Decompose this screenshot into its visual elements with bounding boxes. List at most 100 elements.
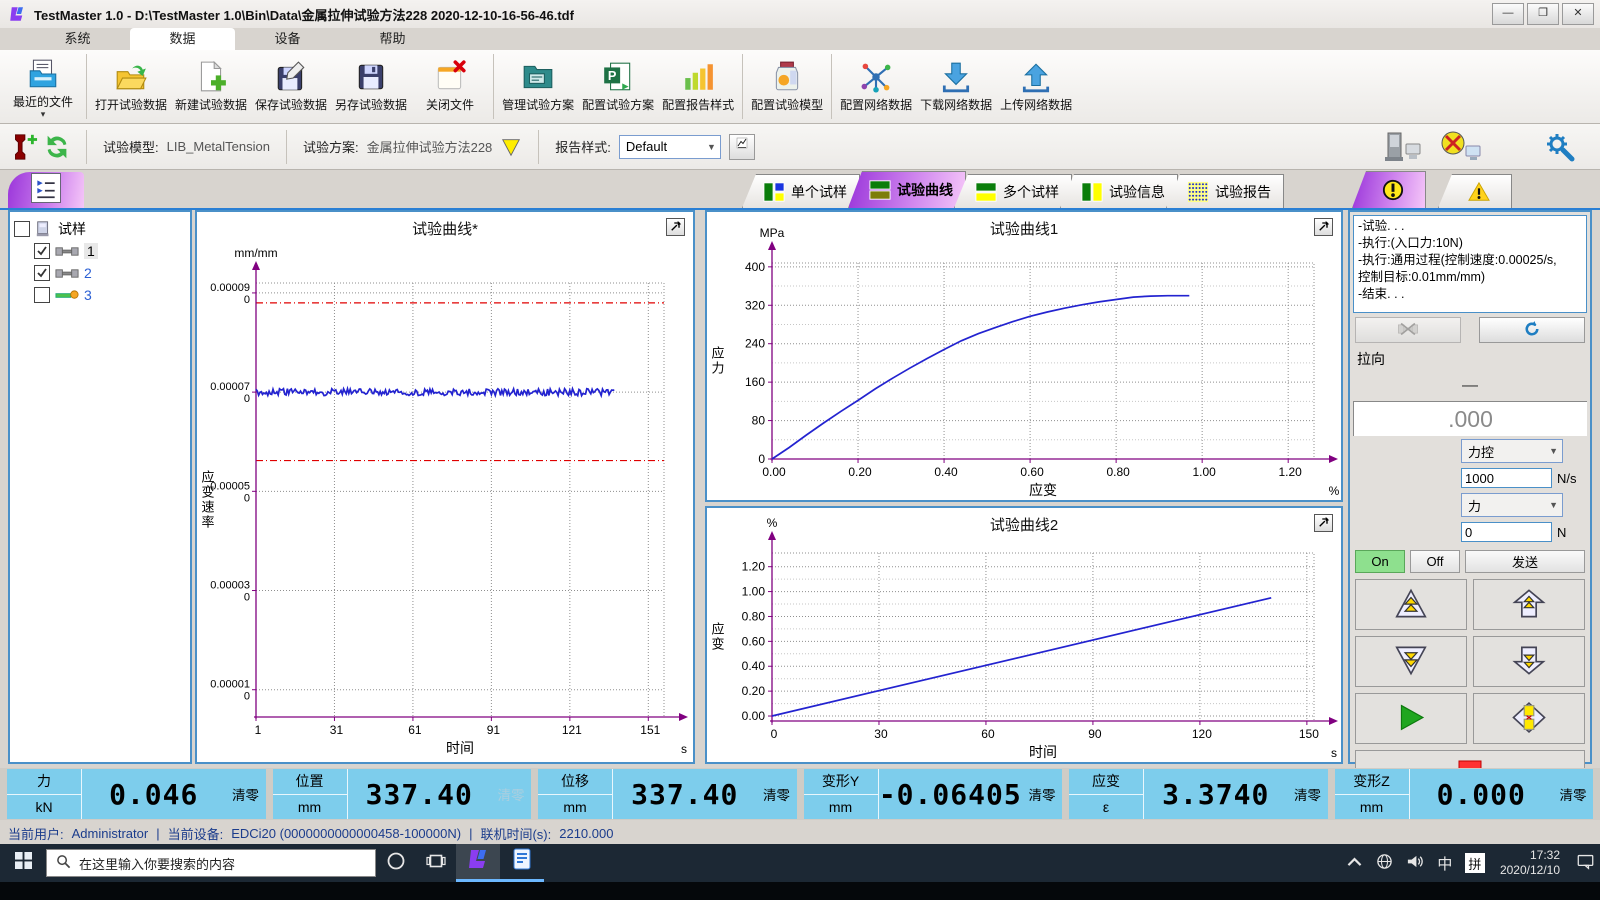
volume-tray-icon[interactable]: [1400, 844, 1430, 882]
add-specimen-button[interactable]: [10, 134, 36, 160]
off-button[interactable]: Off: [1410, 550, 1460, 573]
clear-button-strain[interactable]: 清零: [1288, 769, 1328, 819]
svg-text:0.00001: 0.00001: [210, 679, 250, 691]
toolbar-button-open-data[interactable]: 打开试验数据: [91, 52, 171, 121]
report-style-select[interactable]: Default ▼: [619, 135, 721, 159]
svg-text:%: %: [1329, 484, 1340, 498]
specimen-break-button[interactable]: [1473, 693, 1585, 744]
toolbar-button-config-network[interactable]: 配置网络数据: [836, 52, 916, 121]
emergency-stop-icon[interactable]: [1438, 131, 1484, 163]
toolbar-button-upload-network[interactable]: 上传网络数据: [996, 52, 1076, 121]
ime-mode-button[interactable]: 拼: [1465, 853, 1485, 873]
toolbar-button-recent-files[interactable]: 最近的文件▾: [4, 52, 82, 121]
reconnect-button[interactable]: [1479, 317, 1585, 343]
fast-up-button[interactable]: [1355, 579, 1467, 630]
tree-item-specimen-3[interactable]: 3: [34, 284, 186, 306]
taskbar-app-testmaster[interactable]: [456, 844, 500, 882]
measurement-value: 337.40: [613, 769, 757, 819]
target-mode-select[interactable]: 力 ▼: [1461, 493, 1563, 517]
clear-button-force[interactable]: 清零: [226, 769, 266, 819]
toolbar-button-download-network[interactable]: 下载网络数据: [916, 52, 996, 121]
popout-button[interactable]: [666, 218, 685, 236]
network-tray-icon[interactable]: [1370, 844, 1400, 882]
manage-scheme-icon: [521, 60, 555, 94]
clear-button-deform-z[interactable]: 清零: [1553, 769, 1593, 819]
svg-text:0.60: 0.60: [1020, 465, 1044, 479]
control-mode-value: 力控: [1468, 442, 1494, 461]
toolbar-button-config-scheme[interactable]: P配置试验方案: [578, 52, 658, 121]
remove-specimen-button[interactable]: [1355, 317, 1461, 343]
machine-status-icon[interactable]: [1380, 131, 1424, 163]
tree-root[interactable]: 试样: [14, 218, 186, 240]
tab-test-curve[interactable]: 试验曲线: [848, 171, 966, 208]
clear-button-position[interactable]: 清零: [491, 769, 531, 819]
toolbar-button-new-data[interactable]: 新建试验数据: [171, 52, 251, 121]
send-button[interactable]: 发送: [1465, 550, 1585, 573]
down-button[interactable]: [1473, 636, 1585, 687]
start-button[interactable]: [0, 844, 46, 882]
measurement-name: 位移: [538, 769, 612, 795]
rate-input[interactable]: [1461, 468, 1552, 488]
minimize-button[interactable]: —: [1492, 3, 1524, 25]
tab-alert-warning[interactable]: [1438, 174, 1512, 208]
scheme-warning-icon[interactable]: [500, 136, 522, 158]
cortana-button[interactable]: [376, 844, 416, 882]
report-preview-button[interactable]: [729, 134, 755, 160]
menu-system[interactable]: 系统: [25, 28, 130, 50]
tab-specimen-list[interactable]: [8, 172, 84, 208]
task-view-button[interactable]: [416, 844, 456, 882]
checkbox[interactable]: [14, 221, 30, 237]
checkbox[interactable]: [34, 265, 50, 281]
fast-down-button[interactable]: [1355, 636, 1467, 687]
notification-center-button[interactable]: [1570, 844, 1600, 882]
run-button[interactable]: [1355, 693, 1467, 744]
svg-text:121: 121: [562, 723, 582, 737]
clear-button-displacement[interactable]: 清零: [757, 769, 797, 819]
popout-button[interactable]: [1314, 218, 1333, 236]
clear-button-deform-y[interactable]: 清零: [1022, 769, 1062, 819]
scheme-value: 金属拉伸试验方法228: [367, 137, 493, 156]
maximize-button[interactable]: ❐: [1527, 3, 1559, 25]
toolbar-button-save-data[interactable]: 保存试验数据: [251, 52, 331, 121]
ime-language-button[interactable]: 中: [1430, 844, 1460, 882]
tab-test-report[interactable]: 试验报告: [1166, 174, 1284, 208]
toolbar-button-label: 最近的文件: [13, 93, 73, 110]
taskbar-app-document[interactable]: [500, 844, 544, 882]
refresh-button[interactable]: [44, 134, 70, 160]
settings-gear-icon[interactable]: [1544, 131, 1576, 163]
popout-button[interactable]: [1314, 514, 1333, 532]
clock[interactable]: 17:32 2020/12/10: [1490, 848, 1570, 878]
cortana-icon: [386, 851, 406, 876]
tab-alert-info[interactable]: [1352, 171, 1426, 208]
checkbox[interactable]: [34, 287, 50, 303]
target-input[interactable]: [1461, 522, 1552, 542]
up-button[interactable]: [1473, 579, 1585, 630]
specimen-icon: [55, 245, 79, 258]
menu-help[interactable]: 帮助: [340, 28, 445, 50]
toolbar-button-config-report-style[interactable]: 配置报告样式: [658, 52, 738, 121]
tree-item-specimen-1[interactable]: 1: [34, 240, 186, 262]
svg-text:1: 1: [255, 723, 262, 737]
svg-text:0.20: 0.20: [848, 465, 872, 479]
toolbar-button-config-model[interactable]: 配置试验模型: [747, 52, 827, 121]
menu-device[interactable]: 设备: [235, 28, 340, 50]
control-mode-select[interactable]: 力控 ▼: [1461, 439, 1563, 463]
tab-single-specimen[interactable]: 单个试样: [742, 174, 860, 208]
toolbar-button-manage-scheme[interactable]: 管理试验方案: [498, 52, 578, 121]
menu-data[interactable]: 数据: [130, 28, 235, 50]
separator: [538, 130, 539, 164]
tree-item-specimen-2[interactable]: 2: [34, 262, 186, 284]
toolbar-button-save-as-data[interactable]: 另存试验数据: [331, 52, 411, 121]
tab-multi-specimen[interactable]: 多个试样: [954, 174, 1072, 208]
on-button[interactable]: On: [1355, 550, 1405, 573]
toolbar-button-close-file[interactable]: 关闭文件: [411, 52, 489, 121]
svg-text:0.00: 0.00: [742, 709, 766, 723]
checkbox[interactable]: [34, 243, 50, 259]
taskbar-search-input[interactable]: 在这里输入你要搜索的内容: [46, 849, 376, 877]
close-button[interactable]: ✕: [1562, 3, 1594, 25]
tab-test-info[interactable]: 试验信息: [1060, 174, 1178, 208]
tree-item-label: 3: [84, 287, 92, 303]
svg-text:0.20: 0.20: [742, 684, 766, 698]
tray-expand-button[interactable]: [1340, 844, 1370, 882]
svg-text:160: 160: [745, 375, 765, 389]
